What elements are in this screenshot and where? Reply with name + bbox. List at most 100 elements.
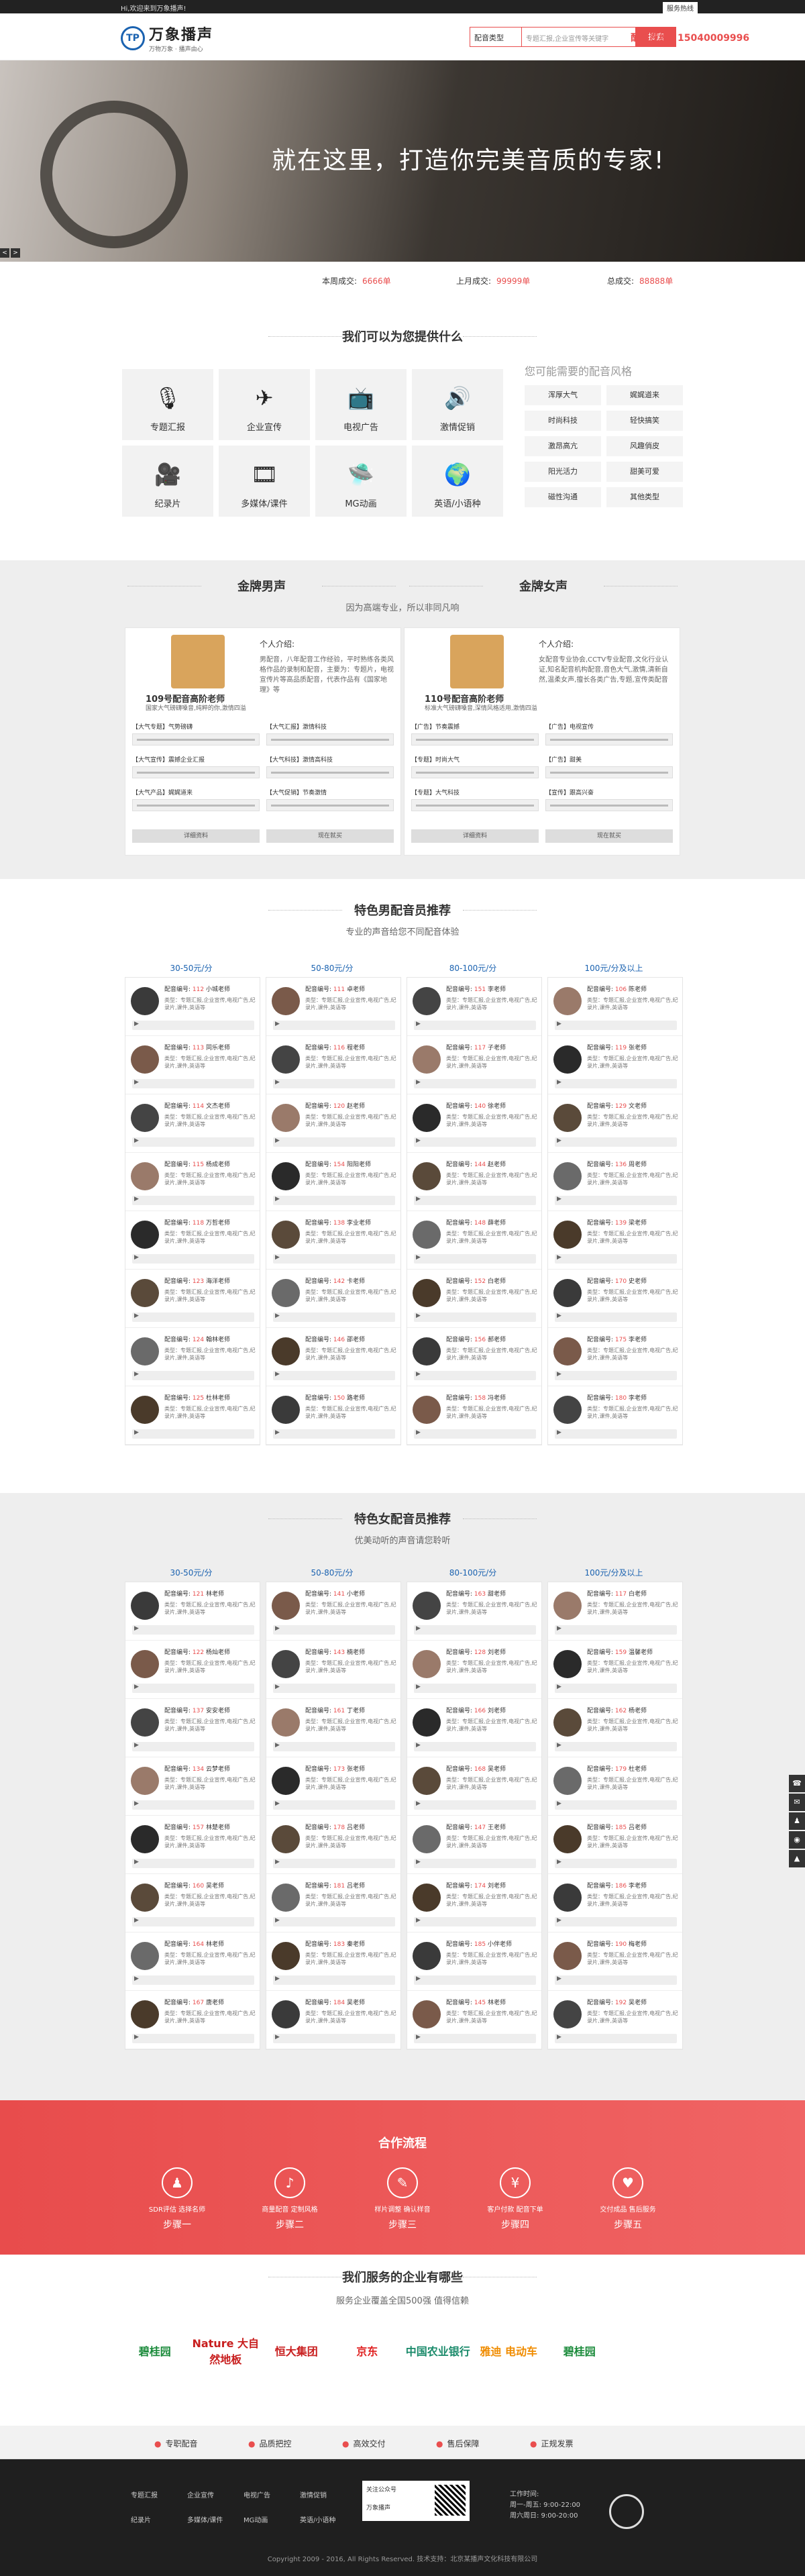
audio-player[interactable] xyxy=(273,1859,395,1868)
audio-player[interactable] xyxy=(132,1800,254,1810)
voice-actor-item[interactable]: 配音编号: 128 刘老师 类型：专题汇报,企业宣传,电视广告,纪录片,课件,英语… xyxy=(407,1641,541,1699)
audio-player[interactable] xyxy=(414,1975,536,1985)
voice-actor-item[interactable]: 配音编号: 175 李老师 类型：专题汇报,企业宣传,电视广告,纪录片,课件,英语… xyxy=(548,1328,682,1386)
voice-actor-item[interactable]: 配音编号: 184 吴老师 类型：专题汇报,企业宣传,电视广告,纪录片,课件,英语… xyxy=(266,1991,400,2049)
audio-player[interactable] xyxy=(132,1429,254,1439)
style-option[interactable]: 娓娓道来 xyxy=(606,385,683,405)
audio-player[interactable] xyxy=(414,1079,536,1088)
voice-actor-item[interactable]: 配音编号: 157 林楚老师 类型：专题汇报,企业宣传,电视广告,纪录片,课件,英… xyxy=(125,1816,260,1874)
audio-player[interactable] xyxy=(545,733,673,745)
voice-actor-item[interactable]: 配音编号: 168 吴老师 类型：专题汇报,企业宣传,电视广告,纪录片,课件,英语… xyxy=(407,1757,541,1816)
audio-player[interactable] xyxy=(132,1254,254,1264)
voice-actor-item[interactable]: 配音编号: 137 安安老师 类型：专题汇报,企业宣传,电视广告,纪录片,课件,英… xyxy=(125,1699,260,1757)
voice-actor-item[interactable]: 配音编号: 179 杜老师 类型：专题汇报,企业宣传,电视广告,纪录片,课件,英语… xyxy=(548,1757,682,1816)
audio-player[interactable] xyxy=(414,1137,536,1147)
style-option[interactable]: 轻快搞笑 xyxy=(606,411,683,431)
voice-actor-item[interactable]: 配音编号: 183 秦老师 类型：专题汇报,企业宣传,电视广告,纪录片,课件,英语… xyxy=(266,1933,400,1991)
voice-actor-item[interactable]: 配音编号: 163 甜老师 类型：专题汇报,企业宣传,电视广告,纪录片,课件,英语… xyxy=(407,1582,541,1641)
voice-actor-item[interactable]: 配音编号: 178 吕老师 类型：专题汇报,企业宣传,电视广告,纪录片,课件,英语… xyxy=(266,1816,400,1874)
style-option[interactable]: 浑厚大气 xyxy=(525,385,601,405)
voice-actor-item[interactable]: 配音编号: 161 丁老师 类型：专题汇报,企业宣传,电视广告,纪录片,课件,英语… xyxy=(266,1699,400,1757)
voice-actor-item[interactable]: 配音编号: 145 林老师 类型：专题汇报,企业宣传,电视广告,纪录片,课件,英语… xyxy=(407,1991,541,2049)
audio-player[interactable] xyxy=(555,1975,677,1985)
audio-player[interactable] xyxy=(555,1684,677,1693)
service-0[interactable]: 🎙 专题汇报 xyxy=(122,369,213,440)
voice-actor-item[interactable]: 配音编号: 152 白老师 类型：专题汇报,企业宣传,电视广告,纪录片,课件,英语… xyxy=(407,1270,541,1328)
voice-actor-item[interactable]: 配音编号: 119 张老师 类型：专题汇报,企业宣传,电视广告,纪录片,课件,英语… xyxy=(548,1036,682,1094)
audio-player[interactable] xyxy=(132,1137,254,1147)
audio-player[interactable] xyxy=(132,1859,254,1868)
footer-link[interactable]: 电视广告 xyxy=(244,2489,290,2500)
voice-actor-item[interactable]: 配音编号: 115 杨成老师 类型：专题汇报,企业宣传,电视广告,纪录片,课件,英… xyxy=(125,1153,260,1211)
audio-player[interactable] xyxy=(132,2034,254,2043)
audio-player[interactable] xyxy=(132,1312,254,1322)
audio-player[interactable] xyxy=(273,1137,395,1147)
audio-player[interactable] xyxy=(555,2034,677,2043)
footer-link[interactable]: 多媒体/课件 xyxy=(187,2514,234,2524)
style-option[interactable]: 激昂高亢 xyxy=(525,436,601,456)
voice-actor-item[interactable]: 配音编号: 106 陈老师 类型：专题汇报,企业宣传,电视广告,纪录片,课件,英语… xyxy=(548,978,682,1036)
audio-player[interactable] xyxy=(132,766,260,778)
voice-actor-item[interactable]: 配音编号: 116 程老师 类型：专题汇报,企业宣传,电视广告,纪录片,课件,英语… xyxy=(266,1036,400,1094)
audio-player[interactable] xyxy=(555,1137,677,1147)
service-4[interactable]: 🎥 纪录片 xyxy=(122,446,213,517)
service-3[interactable]: 🔊 激情促销 xyxy=(412,369,503,440)
audio-player[interactable] xyxy=(132,733,260,745)
voice-actor-item[interactable]: 配音编号: 170 史老师 类型：专题汇报,企业宣传,电视广告,纪录片,课件,英语… xyxy=(548,1270,682,1328)
audio-player[interactable] xyxy=(414,1742,536,1751)
audio-player[interactable] xyxy=(273,1312,395,1322)
audio-player[interactable] xyxy=(555,1429,677,1439)
style-option[interactable]: 阳光活力 xyxy=(525,462,601,482)
audio-player[interactable] xyxy=(414,1371,536,1380)
audio-player[interactable] xyxy=(266,733,394,745)
style-option[interactable]: 时尚科技 xyxy=(525,411,601,431)
voice-actor-item[interactable]: 配音编号: 144 赵老师 类型：专题汇报,企业宣传,电视广告,纪录片,课件,英语… xyxy=(407,1153,541,1211)
voice-actor-item[interactable]: 配音编号: 167 唐老师 类型：专题汇报,企业宣传,电视广告,纪录片,课件,英语… xyxy=(125,1991,260,2049)
audio-player[interactable] xyxy=(132,799,260,811)
voice-type-select[interactable]: 配音类型 xyxy=(470,27,522,47)
voice-actor-item[interactable]: 配音编号: 150 路老师 类型：专题汇报,企业宣传,电视广告,纪录片,课件,英语… xyxy=(266,1386,400,1445)
detail-button[interactable]: 详细资料 xyxy=(411,829,539,843)
audio-player[interactable] xyxy=(555,1254,677,1264)
side-chat-icon[interactable]: ✉ xyxy=(789,1794,805,1811)
voice-actor-item[interactable]: 配音编号: 142 卡老师 类型：专题汇报,企业宣传,电视广告,纪录片,课件,英语… xyxy=(266,1270,400,1328)
audio-player[interactable] xyxy=(414,1684,536,1693)
audio-player[interactable] xyxy=(555,1079,677,1088)
audio-player[interactable] xyxy=(273,1975,395,1985)
audio-player[interactable] xyxy=(414,2034,536,2043)
voice-actor-item[interactable]: 配音编号: 118 万哲老师 类型：专题汇报,企业宣传,电视广告,纪录片,课件,英… xyxy=(125,1211,260,1270)
style-option[interactable]: 甜美可爱 xyxy=(606,462,683,482)
audio-player[interactable] xyxy=(414,1859,536,1868)
audio-player[interactable] xyxy=(132,1021,254,1030)
audio-player[interactable] xyxy=(132,1684,254,1693)
voice-actor-item[interactable]: 配音编号: 111 卓老师 类型：专题汇报,企业宣传,电视广告,纪录片,课件,英语… xyxy=(266,978,400,1036)
audio-player[interactable] xyxy=(273,1371,395,1380)
voice-actor-item[interactable]: 配音编号: 134 云梦老师 类型：专题汇报,企业宣传,电视广告,纪录片,课件,英… xyxy=(125,1757,260,1816)
service-5[interactable]: 🎞 多媒体/课件 xyxy=(219,446,310,517)
side-wechat-icon[interactable]: ◉ xyxy=(789,1831,805,1849)
audio-player[interactable] xyxy=(273,1684,395,1693)
service-1[interactable]: ✈ 企业宣传 xyxy=(219,369,310,440)
audio-player[interactable] xyxy=(273,2034,395,2043)
voice-actor-item[interactable]: 配音编号: 186 李老师 类型：专题汇报,企业宣传,电视广告,纪录片,课件,英语… xyxy=(548,1874,682,1933)
audio-player[interactable] xyxy=(555,1371,677,1380)
audio-player[interactable] xyxy=(414,1312,536,1322)
audio-player[interactable] xyxy=(414,1625,536,1635)
voice-actor-item[interactable]: 配音编号: 160 吴老师 类型：专题汇报,企业宣传,电视广告,纪录片,课件,英语… xyxy=(125,1874,260,1933)
audio-player[interactable] xyxy=(273,1196,395,1205)
voice-actor-item[interactable]: 配音编号: 122 杨灿老师 类型：专题汇报,企业宣传,电视广告,纪录片,课件,英… xyxy=(125,1641,260,1699)
audio-player[interactable] xyxy=(545,766,673,778)
detail-button[interactable]: 详细资料 xyxy=(132,829,260,843)
voice-actor-item[interactable]: 配音编号: 147 王老师 类型：专题汇报,企业宣传,电视广告,纪录片,课件,英语… xyxy=(407,1816,541,1874)
footer-link[interactable]: 激情促销 xyxy=(300,2489,347,2500)
audio-player[interactable] xyxy=(555,1859,677,1868)
footer-link[interactable]: 英语/小语种 xyxy=(300,2514,347,2524)
audio-player[interactable] xyxy=(273,1742,395,1751)
service-hotline-button[interactable]: 服务热线 xyxy=(663,2,698,13)
audio-player[interactable] xyxy=(411,766,539,778)
audio-player[interactable] xyxy=(273,1800,395,1810)
audio-player[interactable] xyxy=(132,1625,254,1635)
audio-player[interactable] xyxy=(414,1021,536,1030)
voice-actor-item[interactable]: 配音编号: 125 杜林老师 类型：专题汇报,企业宣传,电视广告,纪录片,课件,英… xyxy=(125,1386,260,1445)
voice-actor-item[interactable]: 配音编号: 181 吕老师 类型：专题汇报,企业宣传,电视广告,纪录片,课件,英语… xyxy=(266,1874,400,1933)
